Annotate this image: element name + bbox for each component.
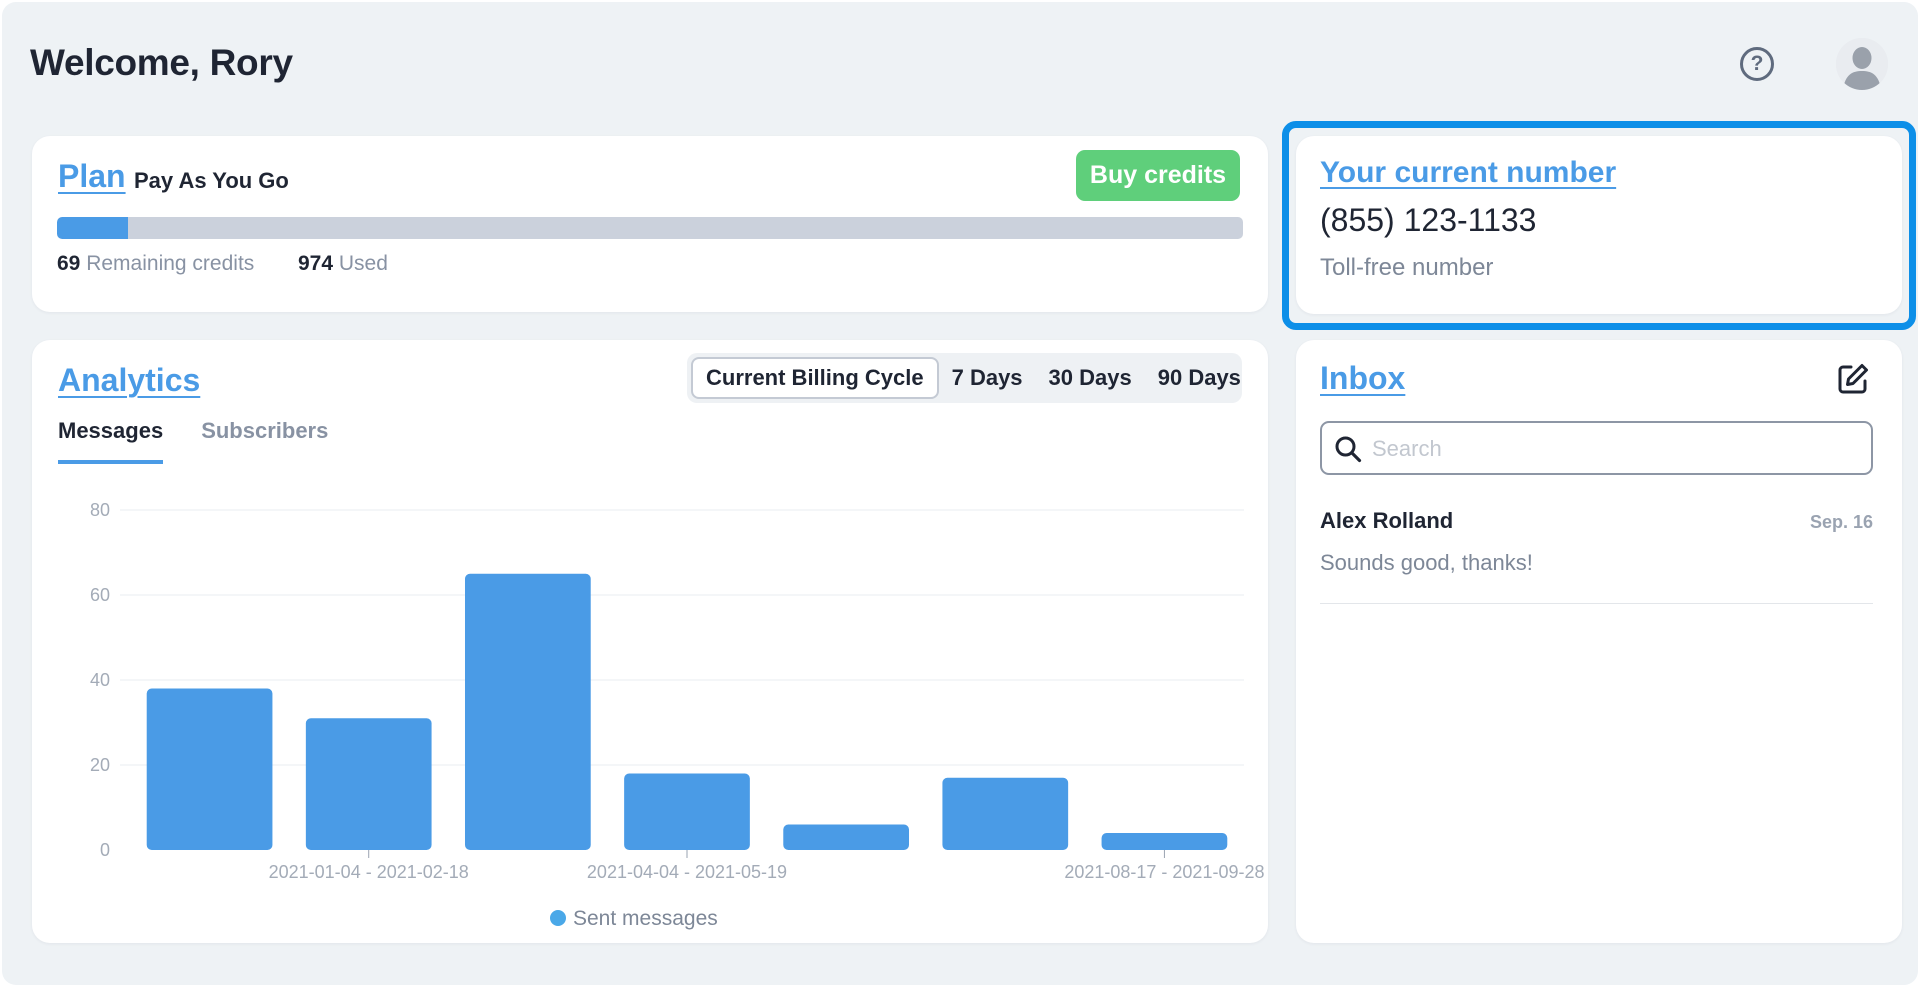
y-tick-label: 0 <box>100 840 110 860</box>
tab-subscribers[interactable]: Subscribers <box>201 418 328 464</box>
remaining-credits-count: 69 <box>57 252 81 275</box>
remaining-credits-label: Remaining credits <box>86 252 255 275</box>
compose-icon-graphic <box>1838 364 1868 394</box>
current-number-title-link[interactable]: Your current number <box>1320 156 1616 190</box>
conversation-preview: Sounds good, thanks! <box>1320 550 1533 575</box>
plan-title-link[interactable]: Plan <box>58 158 126 195</box>
dashboard: Welcome, Rory ? Plan Pay As You Go Buy c… <box>2 2 1918 985</box>
bar <box>783 824 910 850</box>
y-tick-label: 60 <box>90 585 110 605</box>
conversation-date: Sep. 16 <box>1809 512 1873 532</box>
help-glyph: ? <box>1750 52 1764 75</box>
bar <box>305 718 432 850</box>
y-tick-label: 40 <box>90 670 110 690</box>
range-current-billing-cycle[interactable]: Current Billing Cycle <box>691 357 939 399</box>
range-30-days[interactable]: 30 Days <box>1036 357 1145 399</box>
range-90-days[interactable]: 90 Days <box>1145 357 1254 399</box>
search-icon <box>1335 436 1362 463</box>
used-credits-count: 974 <box>297 252 334 275</box>
avatar[interactable] <box>1836 38 1888 90</box>
x-tick-label: 2021-01-04 - 2021-02-18 <box>269 862 469 882</box>
inbox-title-link[interactable]: Inbox <box>1320 360 1405 397</box>
bar <box>464 573 591 850</box>
used-credits-label: Used <box>338 252 388 275</box>
bar <box>1101 833 1228 850</box>
bar <box>624 773 750 850</box>
inbox-search <box>1320 421 1873 475</box>
credits-progress-bar <box>57 217 1243 239</box>
plan-card: Plan Pay As You Go Buy credits 69 Remain… <box>32 136 1268 312</box>
date-range-selector: Current Billing Cycle 7 Days 30 Days 90 … <box>687 353 1242 403</box>
credits-progress-fill <box>57 217 129 239</box>
conversation-item[interactable]: Alex Rolland Sep. 16 Sounds good, thanks… <box>1320 500 1873 604</box>
analytics-tabs: Messages Subscribers <box>58 418 328 464</box>
analytics-title-link[interactable]: Analytics <box>58 362 200 399</box>
legend-swatch <box>550 910 566 926</box>
y-tick-label: 80 <box>90 500 110 520</box>
x-tick-label: 2021-04-04 - 2021-05-19 <box>587 862 787 882</box>
x-tick-label: 2021-08-17 - 2021-09-28 <box>1064 862 1264 882</box>
compose-icon[interactable] <box>1836 362 1870 396</box>
bar <box>942 777 1069 850</box>
bar <box>146 688 273 850</box>
number-type-label: Toll-free number <box>1320 254 1494 281</box>
plan-stats: 69 Remaining credits 974 Used <box>57 252 388 276</box>
plan-name: Pay As You Go <box>134 168 289 193</box>
inbox-card: Inbox Alex Rolland Sep. 16 Sounds good, … <box>1296 340 1902 943</box>
range-7-days[interactable]: 7 Days <box>939 357 1036 399</box>
current-number-card: Your current number (855) 123-1133 Toll-… <box>1296 136 1902 314</box>
user-avatar-icon <box>1836 38 1888 90</box>
tab-messages[interactable]: Messages <box>58 418 164 464</box>
help-icon[interactable]: ? <box>1740 47 1774 81</box>
legend-label: Sent messages <box>573 907 718 930</box>
y-tick-label: 20 <box>90 755 110 775</box>
buy-credits-button[interactable]: Buy credits <box>1076 150 1240 201</box>
page-title: Welcome, Rory <box>30 42 293 83</box>
search-input[interactable] <box>1372 429 1862 469</box>
current-number-value: (855) 123-1133 <box>1320 202 1537 238</box>
analytics-card: 0 20 40 60 80 2021-01-04 - 2021-02-18 2021-04-… <box>32 340 1268 943</box>
conversation-contact-name: Alex Rolland <box>1320 508 1454 533</box>
